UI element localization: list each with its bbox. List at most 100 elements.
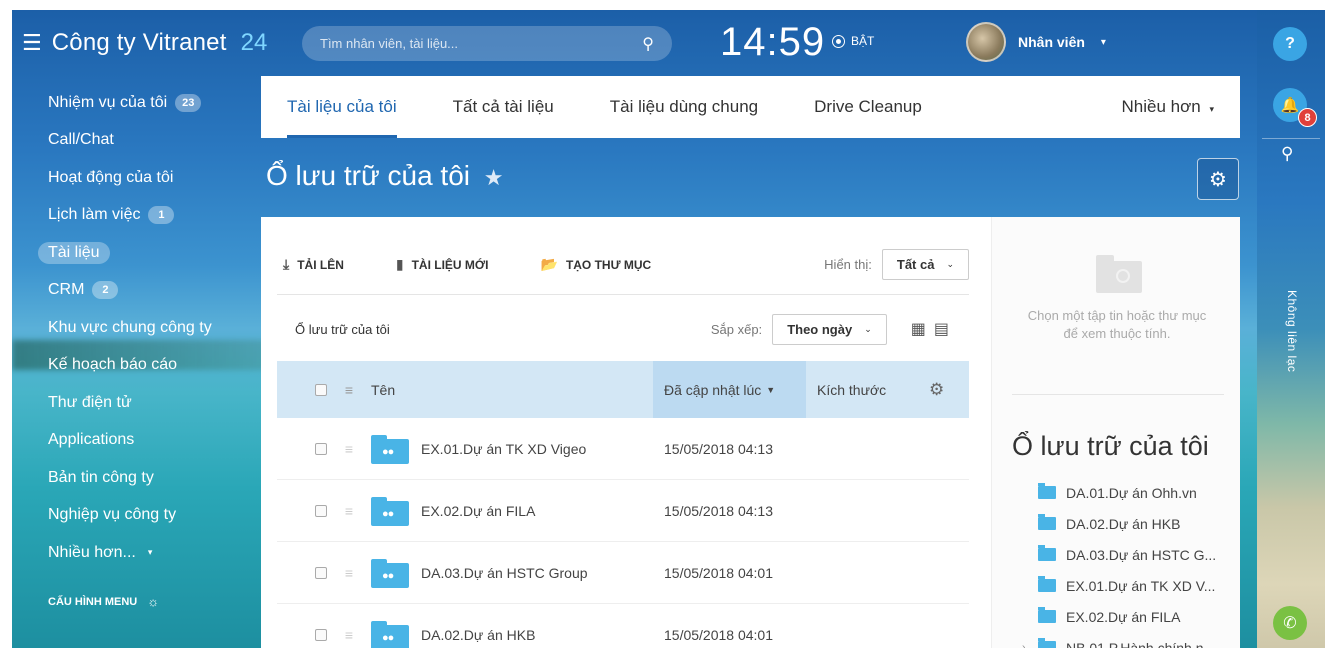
row-name[interactable]: DA.02.Dự án HKB (421, 627, 535, 643)
tab-drive-cleanup[interactable]: Drive Cleanup (814, 76, 922, 138)
tree-item-label: DA.01.Dự án Ohh.vn (1066, 484, 1197, 501)
breadcrumb[interactable]: Ổ lưu trữ của tôi (295, 322, 390, 337)
row-updated: 15/05/2018 04:13 (664, 502, 773, 519)
sidebar-item-call-chat[interactable]: Call/Chat (36, 122, 256, 160)
new-document-button[interactable]: ▮ TÀI LIỆU MỚI (396, 256, 489, 273)
row-updated: 15/05/2018 04:13 (664, 440, 773, 457)
star-icon[interactable]: ★ (484, 165, 504, 190)
view-select-value: Tất cả (896, 257, 935, 272)
phone-button[interactable]: ✆ (1273, 606, 1307, 640)
search-input[interactable] (320, 36, 643, 51)
row-name[interactable]: EX.02.Dự án FILA (421, 503, 535, 519)
tab-more-label: Nhiều hơn (1121, 97, 1201, 116)
tab-my-documents[interactable]: Tài liệu của tôi (287, 76, 397, 138)
table-row[interactable]: ≡ ●● EX.01.Dự án TK XD Vigeo 15/05/2018 … (277, 418, 969, 480)
shared-folder-icon: ●● (371, 620, 409, 648)
view-mode-toggle: ▦ ▤ (911, 319, 949, 339)
tree-item[interactable]: › NB.01.P.Hành chính n... (1022, 632, 1238, 648)
drag-handle-icon[interactable]: ≡ (327, 503, 371, 519)
table-row[interactable]: ≡ ●● EX.02.Dự án FILA 15/05/2018 04:13 (277, 480, 969, 542)
sidebar-item-label: Applications (48, 431, 135, 449)
sidebar-item-email[interactable]: Thư điện tử (36, 384, 256, 422)
drag-handle-icon[interactable]: ≡ (327, 441, 371, 457)
sidebar-item-company-area[interactable]: Khu vực chung công ty (36, 309, 256, 347)
brand[interactable]: ☰ Công ty Vitranet 24 (22, 28, 267, 58)
folder-icon (1038, 638, 1056, 648)
gear-icon: ⚙ (1209, 168, 1227, 191)
column-header-name[interactable]: Tên (371, 382, 653, 398)
avatar[interactable] (966, 22, 1006, 62)
settings-button[interactable]: ⚙ (1197, 158, 1239, 200)
table-row[interactable]: ≡ ●● DA.03.Dự án HSTC Group 15/05/2018 0… (277, 542, 969, 604)
tab-all-documents[interactable]: Tất cả tài liệu (453, 76, 554, 138)
new-document-label: TÀI LIỆU MỚI (411, 257, 489, 272)
drag-handle-icon[interactable]: ≡ (327, 565, 371, 581)
sidebar-item-label: CRM (48, 281, 85, 299)
row-checkbox-cell (277, 628, 327, 641)
sidebar-item-label: Tài liệu (38, 241, 110, 264)
search-icon[interactable]: ⚲ (642, 34, 654, 54)
view-select[interactable]: Tất cả ⌄ (881, 249, 969, 280)
sidebar-item-calendar[interactable]: Lịch làm việc 1 (36, 197, 256, 235)
sidebar-item-tasks[interactable]: Nhiệm vụ của tôi 23 (36, 84, 256, 122)
tree-item[interactable]: DA.03.Dự án HSTC G... (1038, 539, 1238, 570)
tree-item[interactable]: DA.02.Dự án HKB (1038, 508, 1238, 539)
status-toggle[interactable]: BẬT (832, 34, 874, 48)
user-menu[interactable]: Nhân viên ▾ (966, 22, 1106, 62)
drag-handle-icon[interactable]: ≡ (327, 627, 371, 643)
sidebar-item-news[interactable]: Bản tin công ty (36, 459, 256, 497)
search-bar[interactable]: ⚲ (302, 26, 672, 61)
table-row[interactable]: ≡ ●● DA.02.Dự án HKB 15/05/2018 04:01 (277, 604, 969, 648)
sidebar-item-label: Hoạt động của tôi (48, 168, 174, 186)
chevron-down-icon: ▾ (147, 547, 153, 558)
tree-item[interactable]: EX.02.Dự án FILA (1038, 601, 1238, 632)
list-view-icon[interactable]: ▤ (934, 319, 949, 339)
row-checkbox[interactable] (315, 442, 327, 455)
row-checkbox[interactable] (315, 566, 327, 579)
select-all-checkbox[interactable] (315, 383, 327, 396)
view-label: Hiển thị: (824, 257, 872, 272)
sidebar-item-applications[interactable]: Applications (36, 422, 256, 460)
sort-select-value: Theo ngày (787, 321, 853, 337)
sidebar-item-business[interactable]: Nghiệp vụ công ty (36, 497, 256, 535)
sidebar-item-report-plan[interactable]: Kế hoạch báo cáo (36, 347, 256, 385)
row-checkbox-cell (277, 442, 327, 455)
sidebar-item-crm[interactable]: CRM 2 (36, 272, 256, 310)
column-header-updated[interactable]: Đã cập nhật lúc ▼ (653, 361, 806, 418)
tab-shared-documents[interactable]: Tài liệu dùng chung (610, 76, 758, 138)
user-name: Nhân viên (1018, 34, 1085, 50)
row-name[interactable]: DA.03.Dự án HSTC Group (421, 565, 588, 581)
new-folder-button[interactable]: 📂 TẠO THƯ MỤC (541, 256, 652, 273)
properties-hint-line-2: để xem thuộc tính. (1063, 326, 1171, 341)
hamburger-menu-icon[interactable]: ☰ (22, 32, 42, 54)
sidebar-item-documents[interactable]: Tài liệu (36, 234, 256, 272)
contact-status-label[interactable]: Không liên lạc (1285, 290, 1299, 372)
clock: 14:59 (720, 20, 826, 64)
column-header-size[interactable]: Kích thước (806, 382, 929, 398)
tree-item[interactable]: DA.01.Dự án Ohh.vn (1038, 477, 1238, 508)
sub-toolbar: Ổ lưu trữ của tôi Sắp xếp: Theo ngày ⌄ ▦… (277, 299, 969, 359)
new-folder-label: TẠO THƯ MỤC (565, 257, 652, 272)
row-name[interactable]: EX.01.Dự án TK XD Vigeo (421, 441, 586, 457)
row-checkbox[interactable] (315, 628, 327, 641)
properties-hint: Chọn một tập tin hoặc thư mục để xem thu… (1012, 307, 1222, 343)
row-name-cell: ●● EX.02.Dự án FILA (371, 496, 653, 526)
sort-select[interactable]: Theo ngày ⌄ (772, 313, 887, 345)
help-button[interactable]: ? (1273, 27, 1307, 61)
gear-icon[interactable]: ⚙ (929, 380, 969, 400)
sidebar-item-more[interactable]: Nhiều hơn... ▾ (36, 534, 256, 572)
grid-view-icon[interactable]: ▦ (911, 319, 926, 339)
tab-more[interactable]: Nhiều hơn ▾ (1122, 97, 1214, 117)
upload-button[interactable]: ⤓ TẢI LÊN (283, 256, 344, 273)
config-menu-button[interactable]: CẤU HÌNH MENU ☼ (48, 594, 159, 609)
column-header-updated-label: Đã cập nhật lúc (664, 381, 762, 398)
row-name-cell: ●● EX.01.Dự án TK XD Vigeo (371, 434, 653, 464)
count-badge: 1 (148, 206, 175, 225)
search-icon[interactable]: ⚲ (1281, 144, 1293, 164)
sidebar-item-activity[interactable]: Hoạt động của tôi (36, 159, 256, 197)
chevron-right-icon[interactable]: › (1022, 642, 1025, 648)
row-checkbox[interactable] (315, 504, 327, 517)
tree-item[interactable]: EX.01.Dự án TK XD V... (1038, 570, 1238, 601)
chevron-down-icon: ⌄ (864, 323, 872, 334)
properties-hint-line-1: Chọn một tập tin hoặc thư mục (1027, 308, 1207, 323)
